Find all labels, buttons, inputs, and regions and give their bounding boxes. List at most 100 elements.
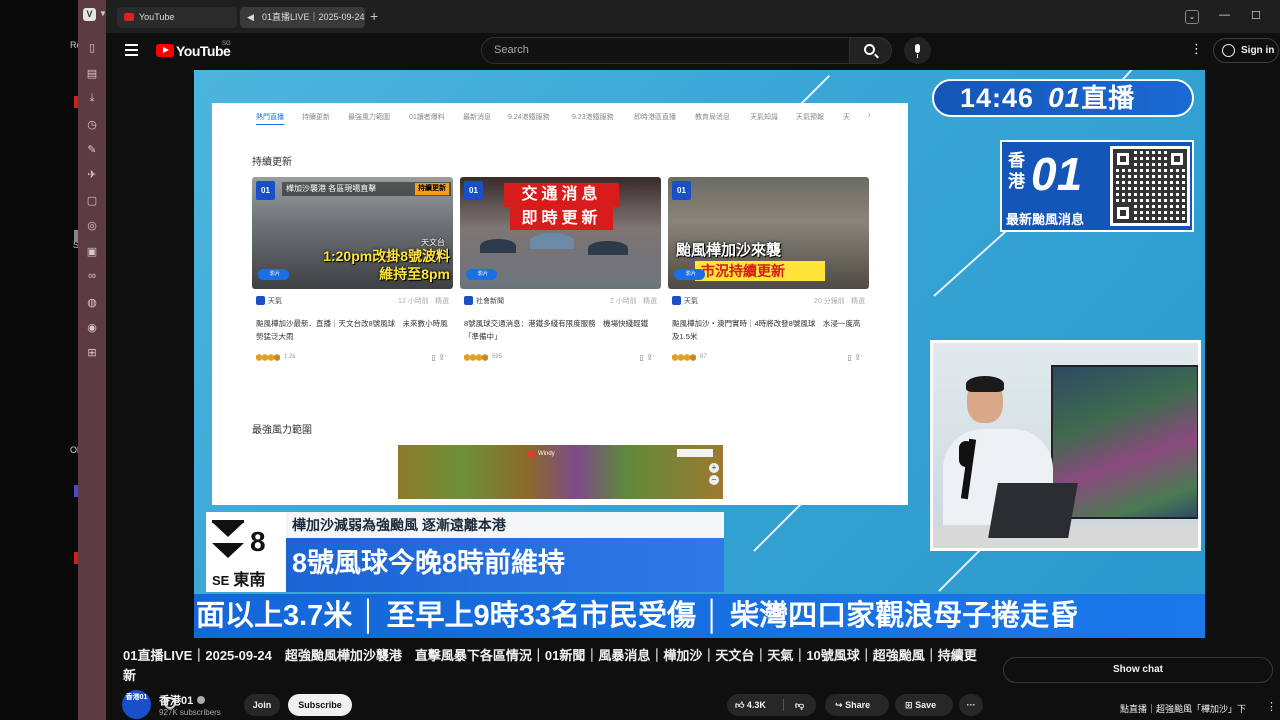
history-icon[interactable]: ◷ (85, 117, 99, 131)
new-tab-icon[interactable]: + (370, 8, 378, 24)
web-panel-icon[interactable]: ◍ (85, 295, 99, 309)
account-icon (1222, 44, 1235, 57)
card-time: 12 小時前 · 精選 (398, 298, 449, 305)
video-pill: 影片 (674, 269, 705, 280)
web-panel-icon[interactable]: ▣ (85, 244, 99, 258)
tab-list-icon[interactable]: ⌄ (1185, 10, 1199, 24)
web-panel-icon[interactable]: ∞ (85, 269, 99, 283)
tab-label: 01直播LIVE｜2025-09-24 (262, 12, 365, 22)
like-button[interactable]: 👍︎ 4.3K (735, 694, 766, 716)
webpage-nav: 熱門直播 持續更新 最強風力範圍 01讀者爆料 最新消息 9.24港鐵服務 9.… (256, 112, 876, 126)
umbrella-shape (530, 233, 574, 249)
video-player[interactable]: 熱門直播 持續更新 最強風力範圍 01讀者爆料 最新消息 9.24港鐵服務 9.… (194, 70, 1205, 638)
decor-stripe (938, 547, 983, 592)
more-actions-button[interactable]: ··· (959, 694, 983, 716)
video-pill: 影片 (466, 269, 497, 280)
logo-region: SG (222, 41, 231, 47)
webpage-nav-item: 最新消息 (463, 114, 491, 121)
web-panel-icon[interactable]: ◉ (85, 320, 99, 334)
vivaldi-logo-icon[interactable]: V (83, 8, 96, 21)
news-card: 01 颱風樺加沙來襲 市況持續更新 影片 天氣 20 分鐘前 · 精選 颱風樺加… (668, 177, 869, 372)
save-icon: ⊞ (905, 700, 913, 710)
card-reactions: 595 ▯ ⇪ (464, 353, 659, 363)
news-card: 01 交通消息 即時更新 影片 社會新聞 2 小時前 · 精選 8號風球交通消息… (460, 177, 661, 372)
wind-map: Windy + − (398, 445, 723, 499)
sign-in-label: Sign in (1241, 45, 1275, 56)
webpage-nav-item: 天氣預報 (796, 114, 824, 121)
webpage-nav-item: 教育局消息 (695, 114, 730, 121)
news-ticker: 面以上3.7米 │ 至早上9時33名市民受傷 │ 柴灣四口家觀浪母子捲走昏 (194, 594, 1205, 638)
card-title: 颱風樺加沙・澳門實時｜4時將改發8號風球 水浸一度高及1.5米 (672, 319, 861, 341)
search-button[interactable] (850, 37, 892, 64)
youtube-logo-icon[interactable] (156, 44, 174, 57)
bookmark-share-icon: ▯ ⇪ (639, 353, 653, 362)
card-category: 社會新聞 (476, 298, 504, 305)
laptop (988, 483, 1078, 538)
presenter-video (930, 340, 1201, 551)
typhoon-signal-8-icon: 8 SE 東南 (206, 512, 286, 592)
verified-icon (197, 696, 206, 704)
hamburger-menu-icon[interactable] (125, 44, 138, 56)
news-thumbnail: 01 交通消息 即時更新 影片 (460, 177, 661, 289)
avatar[interactable]: 香港01 (122, 690, 151, 719)
downloads-icon[interactable]: ⤓ (85, 91, 99, 105)
minimize-icon[interactable]: — (1219, 9, 1230, 21)
brand-01-icon: 01 (256, 181, 275, 200)
card-category: 天氣 (684, 298, 698, 305)
speaker-icon[interactable]: ◀ (247, 7, 257, 22)
bookmark-icon[interactable]: ▯ (85, 40, 99, 54)
clock-time: 14:46 (960, 83, 1035, 113)
like-dislike-group: 👍︎ 4.3K 👎︎ (727, 694, 816, 716)
mic-icon[interactable] (904, 37, 931, 64)
notes-icon[interactable]: ✎ (85, 142, 99, 156)
web-panel-icon[interactable]: ◎ (85, 218, 99, 232)
add-panel-icon[interactable]: ⊞ (85, 345, 99, 359)
sign-in-button[interactable]: Sign in (1213, 38, 1279, 63)
brand-01-logo: 01 (1031, 148, 1083, 200)
webpage-nav-item: 9.24港鐵服務 (508, 114, 550, 121)
show-chat-button[interactable]: Show chat (1003, 657, 1273, 683)
reading-list-icon[interactable]: ▤ (85, 66, 99, 80)
thumbnail-caption: 1:20pm改掛8號波料維持至8pm (323, 248, 450, 282)
zoom-in-icon: + (709, 463, 719, 473)
recommendation-title[interactable]: 點直播｜超強颱風「樺加沙」下 (1120, 702, 1246, 715)
kebab-menu-icon[interactable]: ⋮ (1190, 42, 1203, 56)
live-clock-badge: 14:46 01直播 (932, 79, 1194, 117)
video-title: 01直播LIVE｜2025-09-24 超強颱風樺加沙襲港 直擊風暴下各區情況｜… (123, 648, 977, 683)
reaction-count: 87 (700, 354, 707, 360)
save-button[interactable]: ⊞ Save (895, 694, 953, 716)
join-button[interactable]: Join (244, 694, 280, 716)
window-panel-icon[interactable]: ▢ (85, 193, 99, 207)
card-category: 天氣 (268, 298, 282, 305)
card-meta: 社會新聞 2 小時前 · 精選 (460, 295, 661, 307)
translate-icon[interactable]: ✈ (85, 167, 99, 181)
signal-direction: SE 東南 (212, 572, 266, 589)
umbrella-shape (480, 239, 516, 253)
tab-live[interactable]: ◀ 01直播LIVE｜2025-09-24 (240, 7, 365, 28)
webpage-nav-item: 天 (843, 114, 850, 121)
tab-youtube[interactable]: YouTube (117, 7, 237, 28)
channel-name[interactable]: 香港01 (159, 692, 206, 708)
qr-code-icon (1110, 146, 1190, 226)
share-icon: ↪ (835, 700, 843, 710)
maximize-icon[interactable]: ☐ (1251, 9, 1261, 22)
subscribe-button[interactable]: Subscribe (288, 694, 352, 716)
microphone-icon (959, 441, 973, 467)
card-title: 8號風球交通消息：港鐵多綫有限度服務 機場快綫輕鐵「準備中」 (464, 319, 649, 341)
news-card: 01 樺加沙襲港 各區現場直擊 持續更新 天文台 1:20pm改掛8號波料維持至8… (252, 177, 453, 372)
windy-label: Windy (528, 451, 555, 458)
kebab-menu-icon[interactable]: ⋮ (1266, 700, 1277, 713)
zoom-out-icon: − (709, 475, 719, 485)
reaction-icons (672, 354, 696, 361)
share-button[interactable]: ↪ Share (825, 694, 889, 716)
video-pill: 影片 (258, 269, 289, 280)
chevron-down-icon[interactable]: ▼ (99, 9, 107, 18)
youtube-tab-icon (124, 13, 134, 21)
subscriber-count: 927K subscribers (159, 708, 221, 717)
chevron-right-icon: › (868, 112, 871, 119)
dislike-icon[interactable]: 👎︎ (795, 694, 804, 716)
card-meta: 天氣 20 分鐘前 · 精選 (668, 295, 869, 307)
brand-01-icon: 01 (464, 181, 483, 200)
map-legend (677, 449, 713, 457)
search-input[interactable]: Search (481, 37, 850, 64)
